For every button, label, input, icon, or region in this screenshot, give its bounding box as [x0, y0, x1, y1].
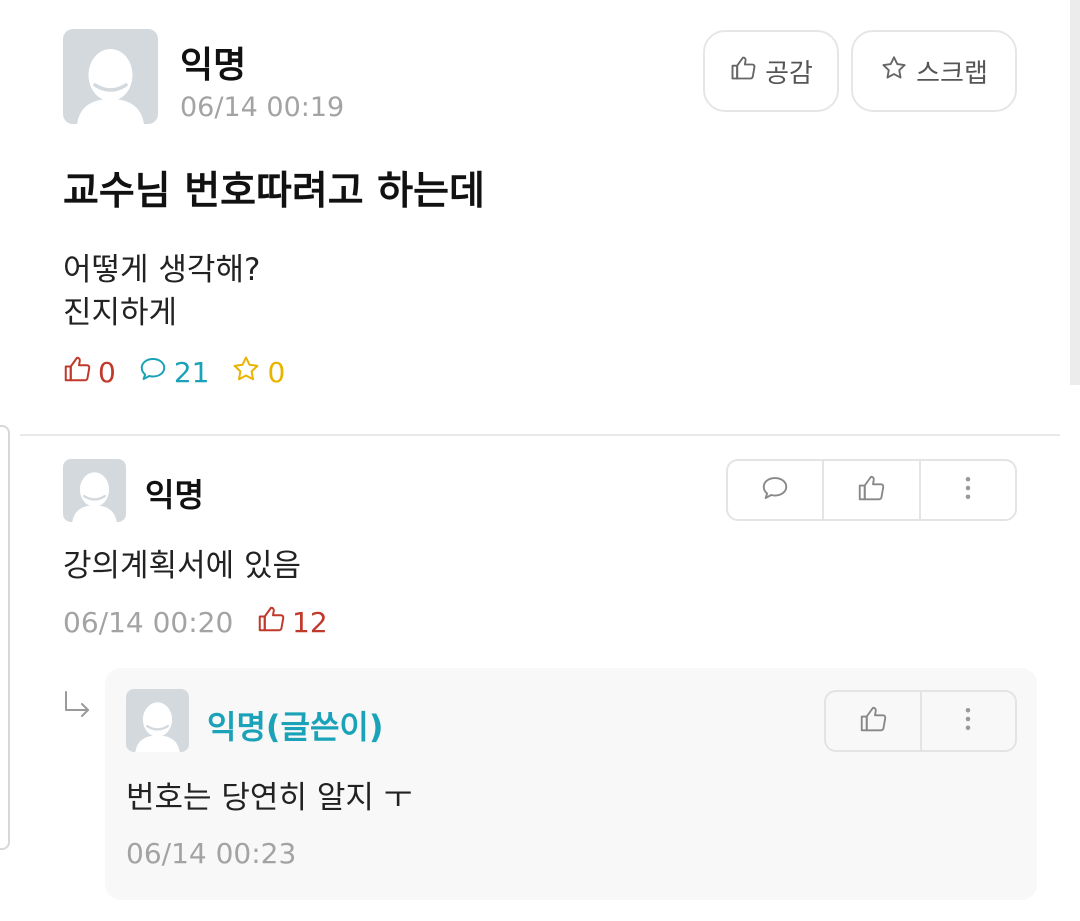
post-title: 교수님 번호따려고 하는데 — [63, 169, 485, 214]
thumbs-up-icon — [256, 604, 286, 641]
comment-like-stat: 12 — [256, 604, 328, 641]
post-body-line-1: 어떻게 생각해? — [63, 252, 261, 288]
reply-more-button[interactable] — [919, 692, 1016, 750]
reply-arrow-icon — [60, 688, 94, 722]
left-edge-divider — [0, 425, 10, 850]
reply-author-name: 익명(글쓴이) — [207, 708, 384, 746]
comment-author-name: 익명 — [145, 476, 204, 514]
post-author-name: 익명 — [180, 45, 247, 86]
post-like-count: 0 — [98, 356, 116, 389]
post-author-avatar — [63, 29, 158, 124]
reply-author-avatar — [126, 689, 189, 752]
comment-action-group — [726, 459, 1017, 521]
post-comment-stat: 21 — [138, 354, 210, 391]
thumbs-up-icon — [62, 354, 92, 391]
more-vertical-icon — [953, 473, 983, 507]
thumbs-up-icon — [858, 704, 888, 738]
post-comment-count: 21 — [173, 356, 210, 389]
post-scrap-stat: 0 — [231, 354, 285, 391]
scrollbar-track[interactable] — [1070, 0, 1080, 385]
speech-bubble-icon — [760, 473, 790, 507]
star-icon — [231, 354, 261, 391]
more-vertical-icon — [953, 704, 983, 738]
comment-like-count: 12 — [292, 606, 328, 639]
post-scrap-button-label: 스크랩 — [916, 58, 988, 89]
reply-action-group — [824, 690, 1017, 752]
thumbs-up-icon — [856, 473, 886, 507]
post-divider — [20, 434, 1060, 436]
post-like-button-label: 공감 — [765, 58, 813, 89]
post-like-stat: 0 — [62, 354, 116, 391]
thumbs-up-icon — [729, 54, 757, 89]
star-icon — [880, 54, 908, 89]
reply-timestamp: 06/14 00:23 — [126, 837, 297, 870]
post-timestamp: 06/14 00:19 — [180, 92, 345, 123]
comment-more-button[interactable] — [918, 461, 1015, 519]
comment-author-avatar — [63, 459, 126, 522]
post-scrap-button[interactable]: 스크랩 — [851, 30, 1017, 112]
post-body-line-2: 진지하게 — [63, 295, 178, 331]
comment-timestamp: 06/14 00:20 — [63, 606, 234, 639]
comment-like-button[interactable] — [822, 461, 918, 519]
reply-body: 번호는 당연히 알지 ㅜ — [126, 780, 413, 816]
comment-reply-button[interactable] — [728, 461, 822, 519]
post-like-button[interactable]: 공감 — [703, 30, 839, 112]
reply-like-button[interactable] — [826, 692, 920, 750]
comment-body: 강의계획서에 있음 — [63, 548, 302, 584]
speech-bubble-icon — [138, 354, 168, 391]
post-scrap-count: 0 — [267, 356, 286, 389]
post-stats: 0 21 0 — [62, 354, 285, 391]
